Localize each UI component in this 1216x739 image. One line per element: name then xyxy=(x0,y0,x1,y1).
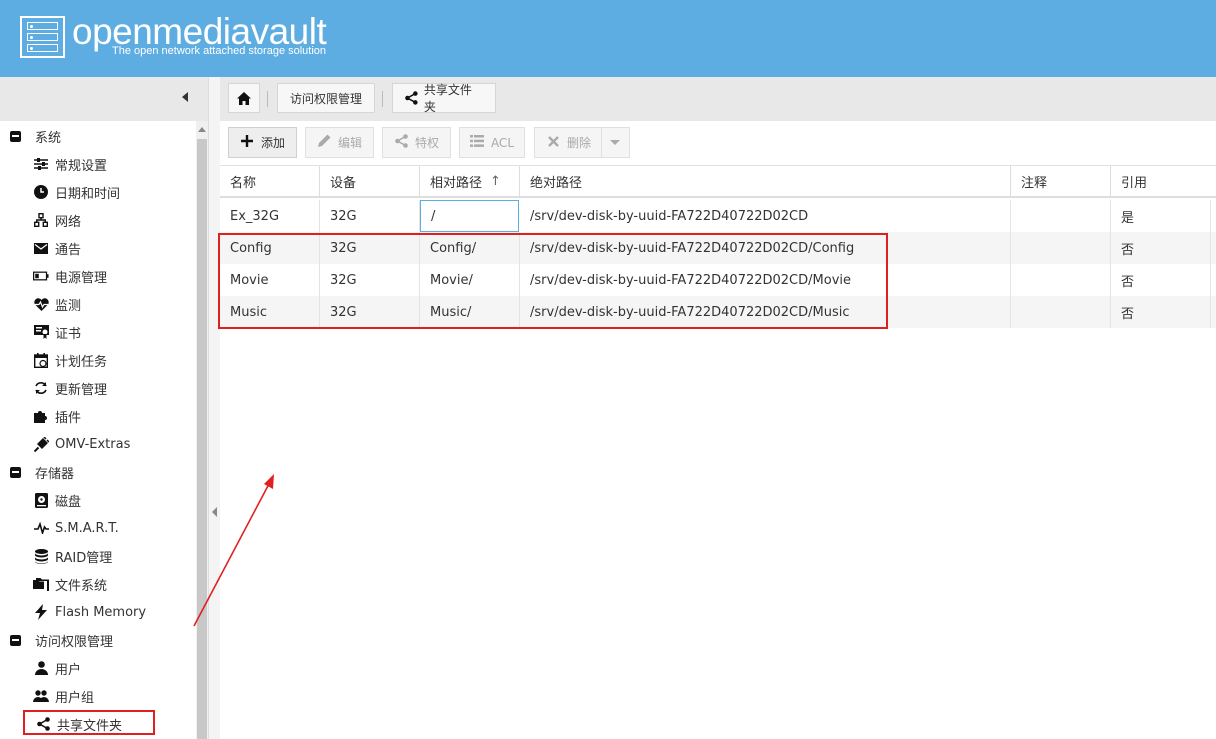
puzzle-icon xyxy=(33,408,49,424)
users-icon xyxy=(33,688,49,704)
clock-icon xyxy=(33,184,49,200)
table-row[interactable]: Ex_32G 32G / /srv/dev-disk-by-uuid-FA722… xyxy=(220,200,1216,232)
brand-tagline: The open network attached storage soluti… xyxy=(112,45,327,57)
column-header-referenced[interactable]: 引用 xyxy=(1111,166,1216,198)
hard-disk-icon xyxy=(33,492,49,508)
focused-cell[interactable]: / xyxy=(420,200,519,232)
pencil-icon xyxy=(316,134,332,151)
sidebar-item-smart[interactable]: S.M.A.R.T. xyxy=(0,514,196,542)
nav-group-system[interactable]: 系统 xyxy=(0,122,196,150)
breadcrumb-shared-folders[interactable]: 共享文件夹 xyxy=(392,83,496,114)
sidebar-item-notification[interactable]: 通告 xyxy=(0,234,196,262)
omv-logo-icon xyxy=(20,16,65,58)
scroll-up-icon[interactable] xyxy=(198,127,206,132)
collapse-group-icon[interactable] xyxy=(10,130,21,142)
edit-button[interactable]: 编辑 xyxy=(305,127,374,158)
heartbeat-icon xyxy=(33,296,49,312)
toolbar: 添加 编辑 特权 ACL 删除 xyxy=(220,121,1216,166)
sidebar-item-file-systems[interactable]: 文件系统 xyxy=(0,570,196,598)
pulse-icon xyxy=(33,520,49,536)
breadcrumb-separator xyxy=(267,91,268,107)
sidebar-item-monitoring[interactable]: 监测 xyxy=(0,290,196,318)
sidebar-item-update-management[interactable]: 更新管理 xyxy=(0,374,196,402)
refresh-icon xyxy=(33,380,49,396)
acl-button[interactable]: ACL xyxy=(459,127,525,158)
sidebar-item-plugins[interactable]: 插件 xyxy=(0,402,196,430)
plus-icon xyxy=(239,134,255,151)
sidebar-collapse-bar xyxy=(0,77,208,121)
breadcrumb: 访问权限管理 共享文件夹 xyxy=(220,77,1216,121)
breadcrumb-access-rights[interactable]: 访问权限管理 xyxy=(277,83,375,113)
sliders-icon xyxy=(33,156,49,172)
delete-button[interactable]: 删除 xyxy=(534,127,630,158)
sidebar-item-omv-extras[interactable]: OMV-Extras xyxy=(0,430,196,458)
breadcrumb-separator xyxy=(382,91,383,107)
annotation-highlight-box xyxy=(218,233,888,329)
battery-icon xyxy=(33,268,49,284)
sidebar-nav: 系统 常规设置 日期和时间 网络 通告 电源管理 监测 证书 计划任务 更新管理… xyxy=(0,121,197,739)
annotation-highlight-box xyxy=(23,710,155,735)
chevron-down-icon[interactable] xyxy=(610,140,621,145)
sort-ascending-icon: ↑ xyxy=(490,173,501,189)
column-header-comment[interactable]: 注释 xyxy=(1011,166,1111,198)
scrollbar-thumb[interactable] xyxy=(197,139,207,739)
sidebar-item-network[interactable]: 网络 xyxy=(0,206,196,234)
privileges-button[interactable]: 特权 xyxy=(382,127,451,158)
column-header-absolute-path[interactable]: 绝对路径 xyxy=(520,166,1011,198)
sidebar-item-users[interactable]: 用户 xyxy=(0,654,196,682)
collapse-sidebar-icon[interactable] xyxy=(182,92,188,102)
folders-icon xyxy=(33,576,49,592)
share-icon xyxy=(405,91,418,105)
sidebar-item-date-time[interactable]: 日期和时间 xyxy=(0,178,196,206)
share-icon xyxy=(393,133,409,152)
certificate-icon xyxy=(33,324,49,340)
plug-icon xyxy=(33,436,49,452)
database-icon xyxy=(33,548,49,564)
sidebar-item-scheduled-jobs[interactable]: 计划任务 xyxy=(0,346,196,374)
sidebar-item-raid-management[interactable]: RAID管理 xyxy=(0,542,196,570)
column-header-name[interactable]: 名称 xyxy=(220,166,320,198)
home-icon xyxy=(237,91,251,105)
column-header-relative-path[interactable]: 相对路径 ↑ xyxy=(420,166,520,198)
sidebar-item-general-settings[interactable]: 常规设置 xyxy=(0,150,196,178)
envelope-icon xyxy=(33,240,49,256)
nav-group-access-rights[interactable]: 访问权限管理 xyxy=(0,626,196,654)
collapse-arrow-icon[interactable] xyxy=(212,507,217,517)
sidebar-item-power-management[interactable]: 电源管理 xyxy=(0,262,196,290)
app-header: openmediavault The open network attached… xyxy=(0,0,1216,77)
column-header-device[interactable]: 设备 xyxy=(320,166,420,198)
sidebar-item-groups[interactable]: 用户组 xyxy=(0,682,196,710)
breadcrumb-home[interactable] xyxy=(228,83,260,113)
sidebar-item-flash-memory[interactable]: Flash Memory xyxy=(0,598,196,626)
add-button[interactable]: 添加 xyxy=(228,127,297,158)
user-icon xyxy=(33,660,49,676)
sidebar-item-disks[interactable]: 磁盘 xyxy=(0,486,196,514)
sidebar-scrollbar[interactable] xyxy=(196,121,208,739)
close-icon xyxy=(545,135,561,151)
split-divider xyxy=(601,127,603,158)
flash-icon xyxy=(33,604,49,620)
calendar-clock-icon xyxy=(33,352,49,368)
sidebar-item-certificates[interactable]: 证书 xyxy=(0,318,196,346)
network-icon xyxy=(33,212,49,228)
list-icon xyxy=(470,134,485,151)
collapse-group-icon[interactable] xyxy=(10,634,21,646)
nav-group-storage[interactable]: 存储器 xyxy=(0,458,196,486)
collapse-group-icon[interactable] xyxy=(10,466,21,478)
